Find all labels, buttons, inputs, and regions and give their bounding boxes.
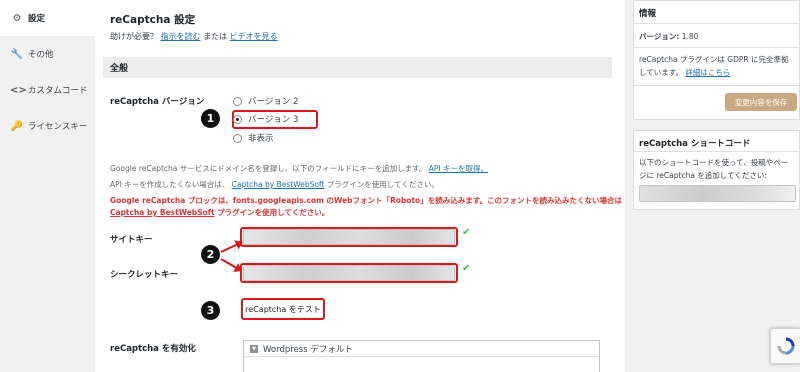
annotation-arrow-secret-key — [220, 258, 241, 271]
roboto-warning-line-2: Captcha by BestWebSoft プラグインを使用してください。 — [110, 207, 329, 218]
enable-recaptcha-label: reCaptcha を有効化 — [110, 344, 196, 354]
shortcode-panel-title: reCaptcha ショートコード — [639, 139, 751, 149]
roboto-warning-suffix: プラグインを使用してください。 — [217, 208, 330, 217]
tab-settings-label: 設定 — [28, 14, 46, 24]
wrench-icon: 🔧 — [10, 48, 24, 60]
right-sidebar: 情報 バージョン: 1.80 reCaptcha プラグインは GDPR に完全… — [625, 0, 800, 372]
plugin-version-label: バージョン: — [639, 32, 680, 41]
watch-video-link[interactable]: ビデオを見る — [230, 32, 278, 41]
version-label: reCaptcha バージョン — [110, 97, 205, 107]
shortcode-panel: reCaptcha ショートコード 以下のショートコードを使って、投稿やページに… — [633, 130, 800, 210]
divider — [634, 23, 799, 24]
wordpress-default-label: Wordpress デフォルト — [263, 344, 353, 355]
tab-custom-code[interactable]: <> カスタムコード — [0, 72, 95, 108]
gdpr-notice: reCaptcha プラグインは GDPR に完全準拠しています。 詳細はこちら — [639, 53, 795, 79]
divider — [634, 47, 799, 48]
wordpress-default-group[interactable]: ▼ Wordpress デフォルト — [244, 341, 599, 357]
radio-version-2[interactable]: バージョン 2 — [233, 95, 298, 107]
gear-icon: ⚙ — [12, 12, 22, 24]
shortcode-description: 以下のショートコードを使って、投稿やページに reCaptcha を追加してくだ… — [639, 158, 789, 180]
collapse-arrow-icon[interactable]: ▼ — [250, 344, 258, 353]
info-alternative-text: API キーを作成したくない場合は、 — [110, 180, 230, 189]
info-panel-title: 情報 — [639, 9, 657, 19]
info-register-line: Google reCaptcha サービスにドメイン名を登録し、以下のフィールド… — [110, 163, 488, 174]
tab-misc[interactable]: 🔧 その他 — [0, 36, 95, 72]
divider — [634, 85, 799, 86]
site-key-label: サイトキー — [110, 235, 153, 245]
annotation-badge-2: 2 — [201, 245, 220, 264]
recaptcha-badge[interactable] — [770, 328, 800, 364]
get-api-key-link[interactable]: API キーを取得。 — [429, 164, 488, 173]
settings-main: reCaptcha 設定 助けが必要？ 指示を読む または ビデオを見る 全般 … — [95, 0, 625, 372]
key-icon: 🔑 — [10, 120, 24, 132]
help-prefix: 助けが必要？ — [110, 32, 158, 41]
secret-key-valid-check-icon: ✔ — [462, 263, 471, 274]
roboto-warning-line-1: Google reCaptcha ブロックは、fonts.googleapis.… — [110, 196, 622, 205]
info-panel: 情報 バージョン: 1.80 reCaptcha プラグインは GDPR に完全… — [633, 0, 800, 120]
secret-key-input[interactable] — [243, 265, 455, 281]
settings-tab-nav: ⚙ 設定 🔧 その他 <> カスタムコード 🔑 ライセンスキー — [0, 0, 95, 372]
read-instructions-link[interactable]: 指示を読む — [161, 32, 201, 41]
tab-license-key-label: ライセンスキー — [28, 122, 88, 132]
tab-custom-code-label: カスタムコード — [28, 86, 88, 96]
captcha-bws-warning-link[interactable]: Captcha by BestWebSoft — [110, 208, 215, 217]
save-changes-button[interactable]: 変更内容を保存 — [725, 93, 797, 111]
recaptcha-logo-icon — [777, 337, 794, 355]
divider — [634, 151, 799, 152]
test-recaptcha-button[interactable]: reCaptcha をテスト — [241, 298, 325, 320]
info-alternative-line: API キーを作成したくない場合は、 Captcha by BestWebSof… — [110, 179, 439, 190]
annotation-arrow-site-key — [220, 241, 242, 253]
learn-more-link[interactable]: 詳細はこちら — [685, 68, 730, 77]
radio-invisible-label: 非表示 — [248, 134, 274, 144]
radio-version-3[interactable]: バージョン 3 — [233, 113, 298, 125]
tab-license-key[interactable]: 🔑 ライセンスキー — [0, 108, 95, 144]
tab-misc-label: その他 — [28, 50, 54, 60]
radio-button[interactable] — [233, 133, 242, 143]
annotation-badge-1: 1 — [201, 109, 220, 128]
captcha-bws-link[interactable]: Captcha by BestWebSoft — [232, 180, 325, 189]
tab-settings[interactable]: ⚙ 設定 — [0, 0, 95, 36]
help-or: または — [203, 32, 228, 41]
page-title: reCaptcha 設定 — [110, 14, 196, 26]
radio-invisible[interactable]: 非表示 — [233, 132, 274, 144]
radio-version-3-label: バージョン 3 — [248, 115, 299, 125]
radio-version-2-label: バージョン 2 — [248, 97, 299, 107]
plugin-version: バージョン: 1.80 — [639, 30, 698, 43]
help-line: 助けが必要？ 指示を読む または ビデオを見る — [110, 31, 278, 42]
plugin-version-value: 1.80 — [681, 32, 699, 41]
site-key-input[interactable] — [243, 229, 455, 245]
radio-button-selected[interactable] — [233, 114, 242, 124]
secret-key-label: シークレットキー — [110, 270, 179, 280]
section-general: 全般 — [103, 57, 612, 78]
code-icon: <> — [10, 84, 27, 96]
shortcode-field[interactable] — [639, 185, 796, 202]
site-key-valid-check-icon: ✔ — [462, 227, 471, 238]
radio-button[interactable] — [233, 96, 242, 106]
info-register-text: Google reCaptcha サービスにドメイン名を登録し、以下のフィールド… — [110, 164, 427, 173]
enable-forms-list: ▼ Wordpress デフォルト — [243, 340, 600, 372]
annotation-badge-3: 3 — [201, 301, 220, 320]
info-alternative-suffix: プラグインを使用してください。 — [326, 180, 439, 189]
